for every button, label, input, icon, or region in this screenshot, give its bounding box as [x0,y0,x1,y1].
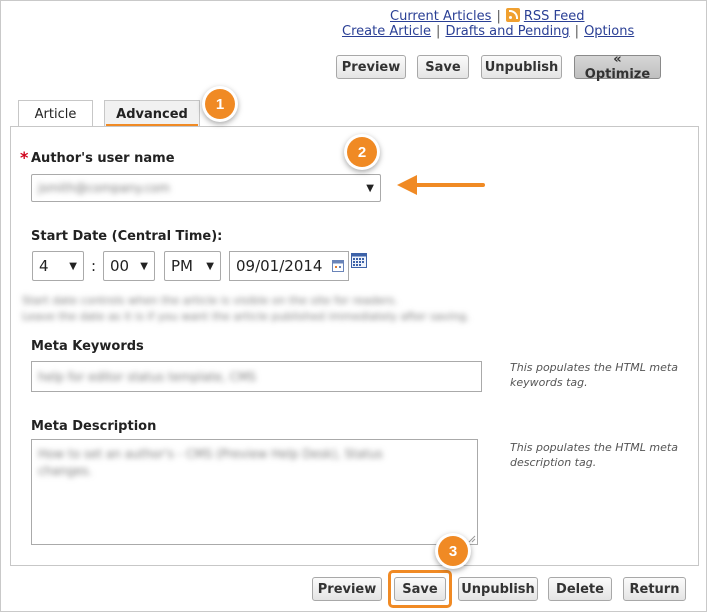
step-marker-1: 1 [205,89,235,119]
date-value: 09/01/2014 [236,257,323,275]
tab-article[interactable]: Article [18,100,93,128]
top-unpublish-button[interactable]: Unpublish [481,55,562,79]
chevron-down-icon: ▼ [69,260,77,272]
options-link[interactable]: Options [584,24,634,39]
step-marker-2: 2 [347,137,377,167]
meta-keywords-input[interactable]: help for editor status template, CMS [31,361,482,392]
date-picker-icon[interactable] [332,260,344,272]
drafts-and-pending-link[interactable]: Drafts and Pending [445,24,569,39]
meta-description-hint: This populates the HTML meta description… [510,441,678,469]
meta-keywords-label: Meta Keywords [31,339,144,354]
minute-select[interactable]: 00 ▼ [103,251,155,281]
ampm-select[interactable]: PM ▼ [164,251,221,281]
meta-description-value: How to set an author's - CMS (Preview He… [38,447,383,478]
step-marker-3: 3 [438,536,468,566]
meta-description-textarea[interactable]: How to set an author's - CMS (Preview He… [31,439,478,545]
author-select[interactable]: jsmith@company.com ▼ [31,174,381,202]
meta-description-label: Meta Description [31,419,157,434]
bottom-unpublish-button[interactable]: Unpublish [458,577,538,601]
resize-handle-icon[interactable] [467,534,476,543]
start-date-info-line-2: Leave the date as it is if you want the … [22,310,470,323]
ampm-value: PM [171,257,193,275]
link-separator: | [574,24,580,39]
start-date-info-line-1: Start date controls when the article is … [22,294,398,307]
link-separator: | [436,24,441,39]
chevron-down-icon: ▼ [366,182,374,194]
chevron-down-icon: ▼ [206,260,214,272]
create-article-link[interactable]: Create Article [342,24,431,39]
top-save-button[interactable]: Save [417,55,469,79]
current-articles-link[interactable]: Current Articles [390,9,491,24]
hour-select[interactable]: 4 ▼ [32,251,84,281]
delete-button[interactable]: Delete [548,577,612,601]
return-button[interactable]: Return [623,577,686,601]
minute-value: 00 [110,257,130,275]
chevron-down-icon: ▼ [140,260,148,272]
top-links-row-2: Create Article | Drafts and Pending | Option… [342,24,634,39]
date-input[interactable]: 09/01/2014 [229,251,349,281]
optimize-button[interactable]: « Optimize [574,52,661,82]
bottom-preview-button[interactable]: Preview [312,577,382,601]
start-date-label: Start Date (Central Time): [31,229,223,244]
calendar-icon[interactable] [351,253,367,268]
arrow-left-icon [397,175,485,195]
top-preview-button[interactable]: Preview [336,55,406,79]
meta-keywords-value: help for editor status template, CMS [38,369,257,384]
rss-feed-link[interactable]: RSS Feed [524,9,585,24]
meta-keywords-hint: This populates the HTML meta keywords ta… [510,361,678,389]
required-marker: * [20,148,29,167]
top-links-row-1: Current Articles | RSS Feed [390,8,585,24]
author-value: jsmith@company.com [38,181,170,195]
link-separator: | [496,9,501,24]
author-label: Author's user name [31,151,175,166]
rss-feed-icon [505,8,520,22]
save-button-highlight [388,570,452,608]
time-colon: : [91,257,97,275]
hour-value: 4 [39,257,49,275]
